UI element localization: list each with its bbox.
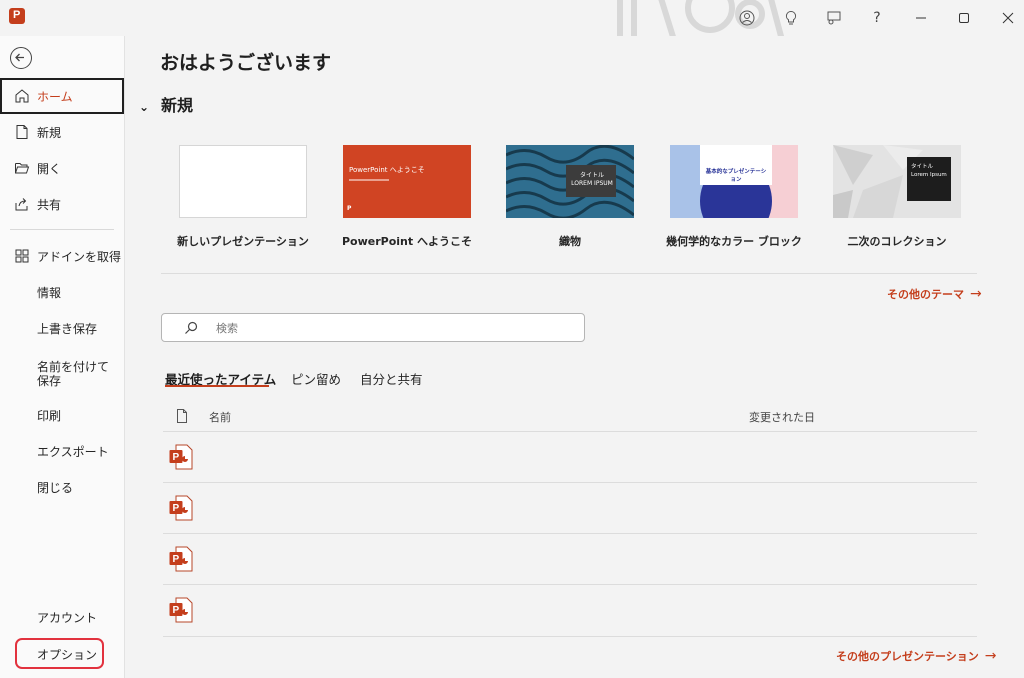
search-icon (185, 321, 198, 334)
powerpoint-logo: P (9, 8, 25, 24)
template-name: 新しいプレゼンテーション (177, 235, 309, 248)
new-section-header[interactable]: ⌄ 新規 (139, 92, 193, 116)
sidebar-item-open[interactable]: 開く (0, 150, 124, 186)
sidebar-item-label: 印刷 (37, 409, 62, 423)
greeting: おはようございます (160, 52, 332, 74)
template-name: 織物 (559, 235, 581, 248)
sidebar-item-home[interactable]: ホーム (0, 78, 124, 114)
template-thumbnail: 基本的なプレゼンテーション (670, 145, 798, 218)
pptx-file-icon: P (169, 444, 193, 470)
template-blank[interactable]: 新しいプレゼンテーション (177, 145, 309, 248)
folder-open-icon (15, 163, 30, 174)
file-row[interactable]: P (163, 482, 977, 534)
template-geometric-color-block[interactable]: 基本的なプレゼンテーション 幾何学的なカラー ブロック (666, 145, 802, 248)
sidebar-item-label: 名前を付けて保存 (37, 360, 110, 388)
home-icon (15, 89, 29, 103)
sidebar-item-export[interactable]: エクスポート (0, 433, 124, 469)
new-file-icon (16, 125, 28, 139)
sidebar-item-label: エクスポート (37, 445, 109, 459)
sidebar-item-label: オプション (37, 648, 98, 662)
template-thumbnail: PowerPoint へようこそ P (343, 145, 471, 218)
active-tab-indicator (165, 385, 269, 387)
sidebar-item-label: 上書き保存 (37, 322, 98, 336)
column-header-name[interactable]: 名前 (209, 409, 231, 425)
sidebar-item-label: 閉じる (37, 481, 74, 495)
template-textile[interactable]: タイトル LOREM IPSUM 織物 (506, 145, 634, 248)
account-icon[interactable] (735, 6, 759, 30)
sidebar-item-add-ins[interactable]: アドインを取得 (0, 238, 124, 274)
close-icon[interactable] (996, 6, 1020, 30)
sidebar-divider (10, 229, 114, 230)
sidebar-item-label: 開く (37, 162, 62, 176)
template-name: 幾何学的なカラー ブロック (666, 235, 802, 248)
template-thumbnail (179, 145, 307, 218)
sidebar-item-share[interactable]: 共有 (0, 186, 124, 222)
search-input[interactable] (214, 319, 578, 338)
sidebar-item-close[interactable]: 閉じる (0, 469, 124, 505)
pptx-file-icon: P (169, 597, 193, 623)
back-button[interactable] (10, 47, 32, 69)
sidebar-item-label: アカウント (37, 611, 98, 625)
title-bar: P ? (0, 0, 1024, 36)
template-thumbnail: タイトル Lorem Ipsum (833, 145, 961, 218)
arrow-right-icon: → (984, 648, 997, 664)
home-pane: おはようございます ⌄ 新規 新しいプレゼンテーション PowerPoint へよ… (125, 36, 1024, 678)
file-row[interactable]: P (163, 584, 977, 637)
backstage-sidebar: ホーム 新規 開く 共有 アドインを取得 情報 上書き保存 名前を付けて保存 印… (0, 36, 125, 678)
help-icon[interactable]: ? (865, 6, 889, 30)
chevron-down-icon: ⌄ (139, 100, 150, 114)
add-ins-icon (15, 249, 29, 263)
sidebar-item-print[interactable]: 印刷 (0, 397, 124, 433)
sidebar-item-label: アドインを取得 (37, 250, 122, 264)
svg-text:P: P (173, 554, 180, 565)
share-icon (15, 198, 28, 211)
svg-text:P: P (173, 503, 180, 514)
sidebar-item-label: 共有 (37, 198, 62, 212)
sidebar-item-info[interactable]: 情報 (0, 274, 124, 310)
template-name: 二次のコレクション (847, 235, 947, 248)
template-secondary-collection[interactable]: タイトル Lorem Ipsum 二次のコレクション (833, 145, 961, 248)
pptx-file-icon: P (169, 495, 193, 521)
maximize-icon[interactable] (952, 6, 976, 30)
tab-pinned[interactable]: ピン留め (291, 369, 341, 388)
search-box (161, 313, 585, 342)
sidebar-item-label: 新規 (37, 126, 62, 140)
more-themes-link[interactable]: その他のテーマ → (887, 286, 982, 302)
back-arrow-icon (15, 53, 24, 62)
svg-text:P: P (173, 452, 180, 463)
decorative-banner (617, 0, 785, 36)
template-thumbnail: タイトル LOREM IPSUM (506, 145, 634, 218)
sidebar-item-label: ホーム (37, 90, 73, 104)
sidebar-item-save-as[interactable]: 名前を付けて保存 (0, 350, 124, 394)
divider (161, 273, 977, 274)
tab-shared-with-me[interactable]: 自分と共有 (360, 369, 423, 388)
sidebar-item-new[interactable]: 新規 (0, 114, 124, 150)
arrow-right-icon: → (970, 286, 982, 302)
sidebar-item-options[interactable]: オプション (0, 636, 124, 672)
column-header-modified[interactable]: 変更された日 (749, 409, 815, 425)
sidebar-item-label: 情報 (37, 286, 62, 300)
sidebar-item-account[interactable]: アカウント (0, 599, 124, 635)
lightbulb-icon[interactable] (779, 6, 803, 30)
template-welcome[interactable]: PowerPoint へようこそ P PowerPoint へようこそ (342, 145, 472, 248)
more-presentations-link[interactable]: その他のプレゼンテーション → (836, 648, 997, 664)
feedback-icon[interactable] (822, 6, 846, 30)
svg-text:P: P (173, 605, 180, 616)
file-type-icon (177, 409, 187, 423)
template-name: PowerPoint へようこそ (342, 235, 472, 248)
pptx-file-icon: P (169, 546, 193, 572)
minimize-icon[interactable] (909, 6, 933, 30)
file-row[interactable]: P (163, 533, 977, 585)
sidebar-item-save[interactable]: 上書き保存 (0, 310, 124, 346)
file-row[interactable]: P (163, 431, 977, 483)
